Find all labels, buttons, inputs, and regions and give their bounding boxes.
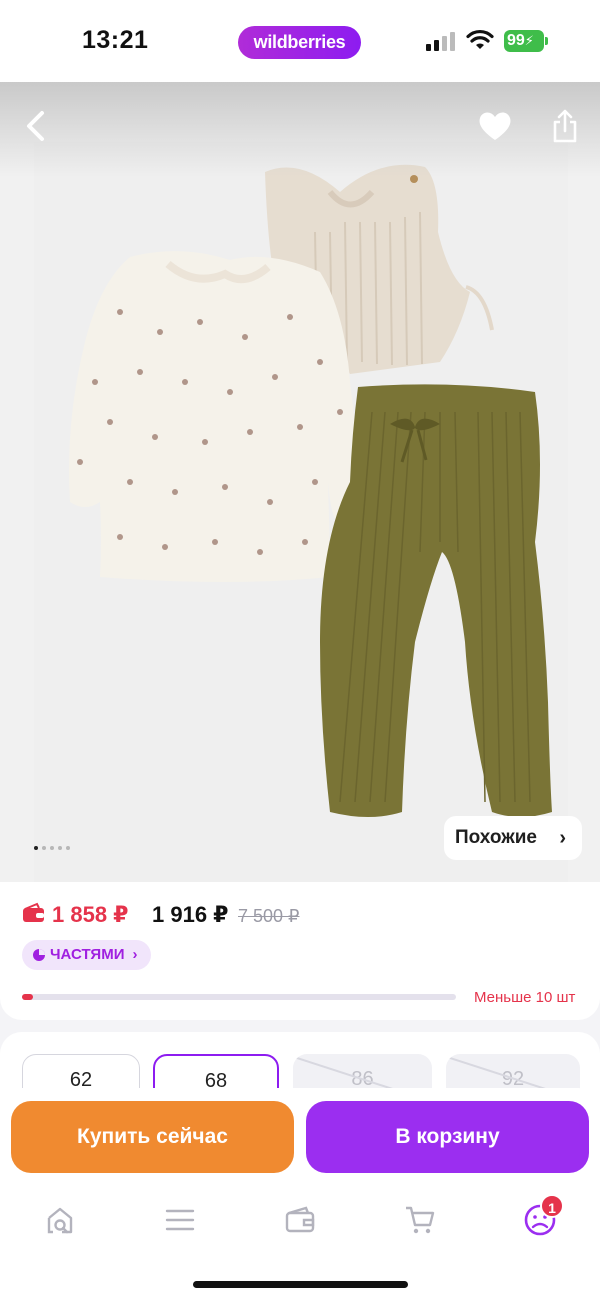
share-icon (553, 109, 577, 143)
old-price: 7 500 ₽ (238, 906, 300, 926)
wallet-icon (285, 1206, 315, 1233)
tab-wallet[interactable] (278, 1202, 322, 1238)
page-dot (34, 846, 38, 850)
wifi-icon (466, 29, 494, 49)
chevron-left-icon (27, 111, 44, 141)
gallery-page-indicator (34, 846, 70, 850)
back-button[interactable] (14, 104, 58, 148)
add-to-cart-button[interactable]: В корзину (306, 1101, 589, 1173)
profile-notification-badge: 1 (540, 1194, 564, 1218)
home-search-icon (47, 1207, 73, 1234)
tab-cart[interactable] (398, 1202, 442, 1238)
wb-wallet-icon (23, 902, 44, 922)
stock-progress-bar (22, 994, 456, 1000)
battery-level: 99 (507, 32, 525, 49)
product-page: 13:21 wildberries 99⚡ Похожие › 1 858 ₽ … (0, 0, 600, 1300)
tab-home[interactable] (38, 1202, 82, 1238)
page-dot (50, 846, 54, 850)
menu-icon (165, 1209, 195, 1231)
stock-progress-fill (22, 994, 33, 1000)
tab-catalog[interactable] (158, 1202, 202, 1238)
size-label: 86 (351, 1068, 374, 1090)
cellular-signal-icon (426, 31, 456, 51)
charging-bolt-icon: ⚡ (524, 33, 534, 48)
installments-label: ЧАСТЯМИ (50, 946, 125, 963)
wallet-price: 1 858 ₽ (52, 902, 129, 927)
installments-badge[interactable]: ЧАСТЯМИ › (22, 940, 152, 970)
product-photo (34, 142, 568, 882)
page-dot (58, 846, 62, 850)
status-time: 13:21 (82, 26, 149, 54)
buy-now-button[interactable]: Купить сейчас (11, 1101, 294, 1173)
cart-icon (406, 1206, 435, 1234)
similar-label: Похожие (455, 827, 537, 848)
wildberries-logo: wildberries (238, 26, 361, 59)
size-label: 92 (501, 1068, 525, 1090)
current-price: 1 916 ₽ (152, 902, 229, 927)
purchase-action-bar: Купить сейчас В корзину (0, 1088, 600, 1188)
favorite-button[interactable] (473, 104, 517, 148)
pie-chart-icon (33, 949, 45, 961)
page-dot (42, 846, 46, 850)
page-dot (66, 846, 70, 850)
chevron-right-icon: › (559, 827, 566, 849)
price-card: 1 858 ₽ 1 916 ₽ 7 500 ₽ ЧАСТЯМИ › Меньше… (0, 882, 600, 1020)
heart-icon (479, 112, 511, 140)
battery-tip (545, 37, 548, 45)
product-image-gallery[interactable]: Похожие › (0, 82, 600, 882)
chevron-right-icon: › (132, 946, 138, 963)
home-indicator (193, 1281, 408, 1288)
similar-products-button[interactable]: Похожие › (444, 816, 582, 860)
status-bar: 13:21 wildberries 99⚡ (0, 0, 600, 82)
stock-label: Меньше 10 шт (474, 989, 576, 1006)
battery-indicator: 99⚡ (504, 30, 544, 52)
share-button[interactable] (543, 104, 587, 148)
